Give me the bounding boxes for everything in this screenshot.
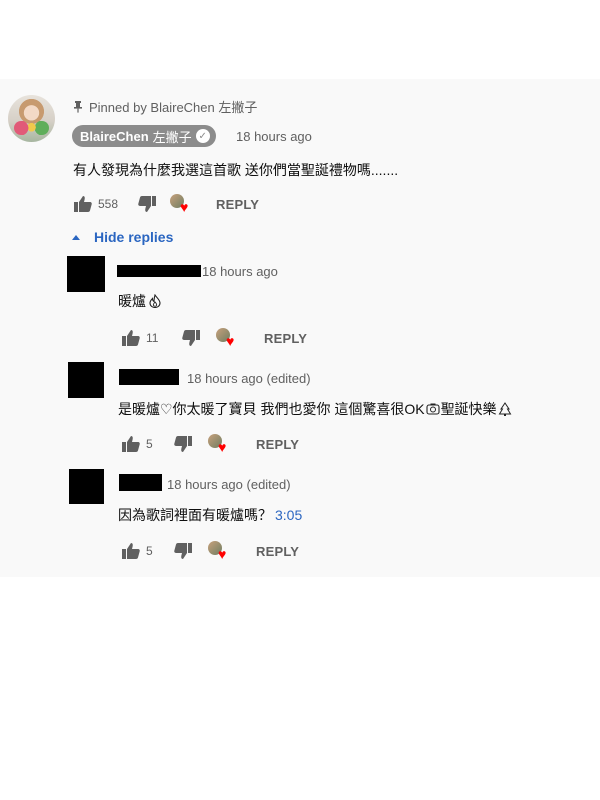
- like-count: 11: [146, 331, 159, 345]
- hide-replies-label: Hide replies: [94, 229, 174, 245]
- reply-text-row: 是暖爐♡你太暖了寶貝 我們也愛你 這個驚喜很OK 聖誕快樂: [118, 399, 512, 419]
- channel-avatar[interactable]: [8, 95, 55, 142]
- reply-avatar-redacted: [68, 362, 104, 398]
- author-chip[interactable]: BlaireChen 左撇子 ✓: [72, 125, 216, 147]
- reply-text: 暖爐: [118, 293, 146, 309]
- author-suffix: 左撇子: [152, 129, 192, 145]
- camera-face-emoji-icon: [426, 403, 440, 415]
- comment-text: 有人發現為什麼我選這首歌 送你們當聖誕禮物嗎.......: [73, 162, 399, 178]
- reply-text-row: 因為歌詞裡面有暖爐嗎？ 3:05: [118, 505, 302, 525]
- like-count: 5: [146, 437, 153, 451]
- reply-text: 因為歌詞裡面有暖爐嗎？: [118, 507, 272, 523]
- pinned-label: Pinned by BlaireChen 左撇子: [73, 97, 257, 116]
- thumb-up-icon[interactable]: [72, 193, 94, 215]
- thumb-up-icon[interactable]: [120, 327, 142, 349]
- thumb-up-icon[interactable]: [120, 540, 142, 562]
- reply-author-redacted: [119, 369, 179, 385]
- thumb-up-icon[interactable]: [120, 433, 142, 455]
- pinned-text: Pinned by BlaireChen 左撇子: [89, 100, 258, 115]
- pin-icon: [74, 100, 82, 113]
- thumb-down-icon[interactable]: [172, 540, 194, 562]
- like-count: 5: [146, 544, 153, 558]
- comment-actions: 558 ♥ REPLY: [72, 193, 259, 215]
- creator-heart-icon: ♥: [170, 193, 194, 215]
- reply-button[interactable]: REPLY: [256, 544, 299, 559]
- reply-avatar-redacted: [67, 256, 105, 292]
- thumb-down-icon[interactable]: [172, 433, 194, 455]
- reply-avatar-redacted: [69, 469, 104, 504]
- reply-button[interactable]: REPLY: [216, 197, 259, 212]
- reply-text: 是暖爐♡你太暖了寶貝 我們也愛你 這個驚喜很OK: [118, 401, 425, 417]
- reply-timestamp[interactable]: 18 hours ago (edited): [167, 477, 291, 492]
- caret-up-icon: [72, 234, 80, 240]
- creator-heart-icon: ♥: [216, 327, 240, 349]
- verified-check-icon: ✓: [195, 129, 210, 143]
- hide-replies-button[interactable]: Hide replies: [72, 229, 173, 245]
- thumb-down-icon[interactable]: [180, 327, 202, 349]
- reply-text-row: 暖爐: [118, 291, 162, 311]
- reply-timestamp[interactable]: 18 hours ago: [202, 264, 278, 279]
- reply-actions: 5 ♥ REPLY: [120, 433, 299, 455]
- reply-author-redacted: [117, 265, 201, 277]
- reply-actions: 11 ♥ REPLY: [120, 327, 307, 349]
- thumb-down-icon[interactable]: [136, 193, 158, 215]
- like-count: 558: [98, 197, 119, 211]
- creator-heart-icon: ♥: [208, 540, 232, 562]
- tree-emoji-icon: [498, 402, 511, 416]
- reply-button[interactable]: REPLY: [264, 331, 307, 346]
- timestamp-link[interactable]: 3:05: [275, 507, 302, 523]
- author-name: BlaireChen: [80, 128, 149, 144]
- comment-timestamp[interactable]: 18 hours ago: [236, 129, 312, 144]
- fire-emoji-icon: [149, 294, 161, 308]
- reply-button[interactable]: REPLY: [256, 437, 299, 452]
- reply-actions: 5 ♥ REPLY: [120, 540, 299, 562]
- reply-timestamp[interactable]: 18 hours ago (edited): [187, 371, 311, 386]
- reply-author-redacted: [119, 474, 162, 491]
- creator-heart-icon: ♥: [208, 433, 232, 455]
- reply-text-tail: 聖誕快樂: [440, 401, 497, 417]
